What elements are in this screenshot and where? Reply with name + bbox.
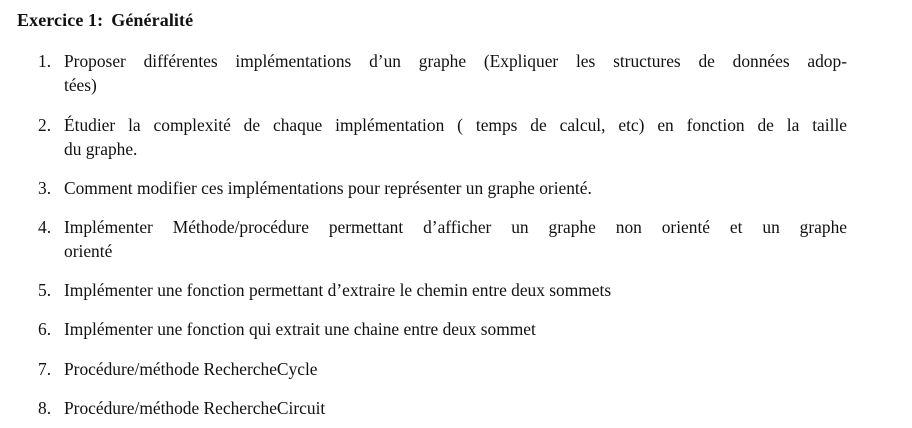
exercise-title: Généralité (111, 10, 194, 30)
item-text: Étudier la complexité de chaque implémen… (64, 113, 847, 161)
item-number: 3. (38, 178, 52, 198)
exercise-heading: Exercice 1: Généralité (17, 10, 193, 31)
item-number: 4. (38, 217, 52, 237)
item-line: Procédure/méthode RechercheCycle (64, 359, 318, 379)
item-text: Implémenter une fonction permettant d’ex… (64, 278, 847, 302)
item-text: Implémenter Méthode/procédure permettant… (64, 215, 847, 263)
item-line: Implémenter une fonction qui extrait une… (64, 319, 536, 339)
item-line: Implémenter Méthode/procédure permettant… (64, 217, 847, 237)
item-number: 7. (38, 359, 52, 379)
item-line: Étudier la complexité de chaque implémen… (64, 115, 847, 135)
item-number: 8. (38, 398, 52, 418)
item-line: Implémenter une fonction permettant d’ex… (64, 280, 612, 300)
item-line: Proposer différentes implémentations d’u… (64, 51, 847, 71)
item-number: 2. (38, 115, 52, 135)
item-line: orienté (64, 241, 113, 261)
exercise-number: Exercice 1: (17, 10, 104, 30)
item-number: 5. (38, 280, 52, 300)
item-text: Procédure/méthode RechercheCircuit (64, 396, 847, 420)
item-line: du graphe. (64, 139, 138, 159)
item-line: Procédure/méthode RechercheCircuit (64, 398, 326, 418)
item-text: Comment modifier ces implémentations pou… (64, 176, 847, 200)
item-line: tées) (64, 75, 97, 95)
item-text: Implémenter une fonction qui extrait une… (64, 317, 847, 341)
item-text: Procédure/méthode RechercheCycle (64, 357, 847, 381)
item-number: 1. (38, 51, 52, 71)
item-number: 6. (38, 319, 52, 339)
item-line: Comment modifier ces implémentations pou… (64, 178, 592, 198)
document-page: Exercice 1: Généralité 1. Proposer différ… (0, 0, 912, 428)
item-text: Proposer différentes implémentations d’u… (64, 49, 847, 97)
